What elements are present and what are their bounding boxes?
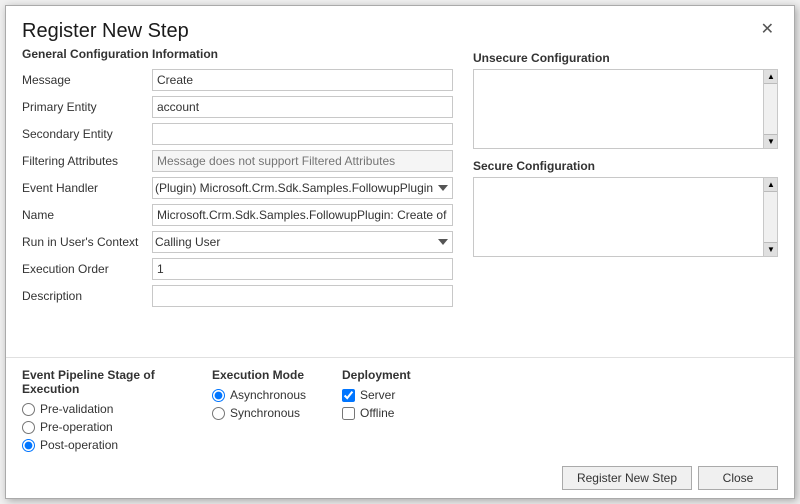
- close-button[interactable]: Close: [698, 466, 778, 490]
- description-input[interactable]: [152, 285, 453, 307]
- deployment-group: Deployment Server Offline: [342, 368, 472, 456]
- async-radio[interactable]: [212, 389, 225, 402]
- primary-entity-label: Primary Entity: [22, 100, 152, 114]
- general-config-title: General Configuration Information: [22, 47, 453, 61]
- server-item: Server: [342, 388, 472, 402]
- description-row: Description: [22, 285, 453, 307]
- pre-operation-item: Pre-operation: [22, 420, 212, 434]
- execution-order-label: Execution Order: [22, 262, 152, 276]
- dialog-body: General Configuration Information Messag…: [6, 47, 794, 357]
- secure-config-label: Secure Configuration: [473, 159, 778, 173]
- post-operation-item: Post-operation: [22, 438, 212, 452]
- sync-radio[interactable]: [212, 407, 225, 420]
- async-item: Asynchronous: [212, 388, 342, 402]
- primary-entity-input[interactable]: [152, 96, 453, 118]
- config-area: Unsecure Configuration ▲ ▼ Secure Config…: [473, 47, 778, 357]
- event-handler-label: Event Handler: [22, 181, 152, 195]
- unsecure-config-textarea[interactable]: [474, 70, 763, 148]
- unsecure-vscrollbar: ▲ ▼: [763, 70, 777, 148]
- filtering-attributes-row: Filtering Attributes: [22, 150, 453, 172]
- title-bar: Register New Step ✕: [6, 6, 794, 47]
- post-operation-label: Post-operation: [40, 438, 118, 452]
- pre-validation-label: Pre-validation: [40, 402, 113, 416]
- unsecure-config-block: Unsecure Configuration ▲ ▼: [473, 51, 778, 149]
- secondary-entity-row: Secondary Entity: [22, 123, 453, 145]
- secondary-entity-label: Secondary Entity: [22, 127, 152, 141]
- name-label: Name: [22, 208, 152, 222]
- unsecure-scroll-down[interactable]: ▼: [764, 134, 778, 148]
- primary-entity-row: Primary Entity: [22, 96, 453, 118]
- run-context-label: Run in User's Context: [22, 235, 152, 249]
- offline-checkbox[interactable]: [342, 407, 355, 420]
- pipeline-stage-group: Event Pipeline Stage of Execution Pre-va…: [22, 368, 212, 456]
- message-label: Message: [22, 73, 152, 87]
- secure-vscrollbar: ▲ ▼: [763, 178, 777, 256]
- unsecure-config-textarea-wrap: ▲ ▼: [473, 69, 778, 149]
- pipeline-section: Event Pipeline Stage of Execution Pre-va…: [22, 368, 778, 456]
- filtering-attributes-label: Filtering Attributes: [22, 154, 152, 168]
- dialog-title: Register New Step: [22, 20, 189, 43]
- register-new-step-dialog: Register New Step ✕ General Configuratio…: [5, 5, 795, 499]
- pre-validation-item: Pre-validation: [22, 402, 212, 416]
- description-label: Description: [22, 289, 152, 303]
- dialog-footer: Register New Step Close: [6, 460, 794, 498]
- run-context-select[interactable]: Calling User: [152, 231, 453, 253]
- secure-config-block: Secure Configuration ▲ ▼: [473, 159, 778, 257]
- right-panel: Unsecure Configuration ▲ ▼ Secure Config…: [473, 47, 778, 357]
- offline-item: Offline: [342, 406, 472, 420]
- name-row: Name: [22, 204, 453, 226]
- execution-order-input[interactable]: [152, 258, 453, 280]
- event-handler-select[interactable]: (Plugin) Microsoft.Crm.Sdk.Samples.Follo…: [152, 177, 453, 199]
- unsecure-scroll-up[interactable]: ▲: [764, 70, 778, 84]
- pre-validation-radio[interactable]: [22, 403, 35, 416]
- left-panel: General Configuration Information Messag…: [22, 47, 473, 357]
- post-operation-radio[interactable]: [22, 439, 35, 452]
- server-checkbox[interactable]: [342, 389, 355, 402]
- message-input[interactable]: [152, 69, 453, 91]
- secondary-entity-input[interactable]: [152, 123, 453, 145]
- close-x-button[interactable]: ✕: [757, 20, 778, 40]
- bottom-section: Event Pipeline Stage of Execution Pre-va…: [6, 357, 794, 460]
- message-row: Message: [22, 69, 453, 91]
- secure-scroll-up[interactable]: ▲: [764, 178, 778, 192]
- unsecure-config-label: Unsecure Configuration: [473, 51, 778, 65]
- exec-mode-group: Execution Mode Asynchronous Synchronous: [212, 368, 342, 456]
- secure-config-textarea-wrap: ▲ ▼: [473, 177, 778, 257]
- server-label: Server: [360, 388, 395, 402]
- filtering-attributes-input[interactable]: [152, 150, 453, 172]
- execution-order-row: Execution Order: [22, 258, 453, 280]
- deployment-title: Deployment: [342, 368, 472, 382]
- sync-item: Synchronous: [212, 406, 342, 420]
- pre-operation-radio[interactable]: [22, 421, 35, 434]
- name-input[interactable]: [152, 204, 453, 226]
- secure-scroll-down[interactable]: ▼: [764, 242, 778, 256]
- sync-label: Synchronous: [230, 406, 300, 420]
- run-context-row: Run in User's Context Calling User: [22, 231, 453, 253]
- pre-operation-label: Pre-operation: [40, 420, 113, 434]
- pipeline-stage-title: Event Pipeline Stage of Execution: [22, 368, 212, 396]
- event-handler-row: Event Handler (Plugin) Microsoft.Crm.Sdk…: [22, 177, 453, 199]
- async-label: Asynchronous: [230, 388, 306, 402]
- exec-mode-title: Execution Mode: [212, 368, 342, 382]
- register-new-step-button[interactable]: Register New Step: [562, 466, 692, 490]
- secure-config-textarea[interactable]: [474, 178, 763, 256]
- offline-label: Offline: [360, 406, 394, 420]
